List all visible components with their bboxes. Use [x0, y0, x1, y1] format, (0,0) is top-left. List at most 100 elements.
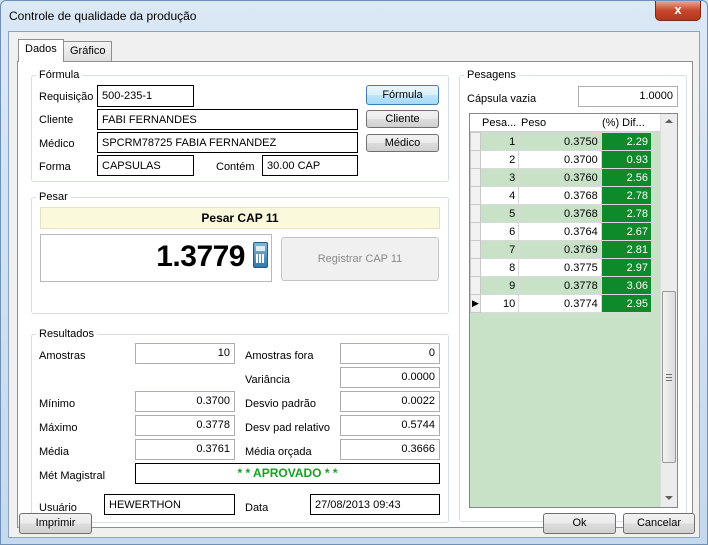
table-row[interactable]: 5 0.3768 2.78 [469, 204, 653, 223]
desvio-relativo-value: 0.5744 [340, 415, 440, 436]
tab-grafico-label: Gráfico [70, 45, 106, 57]
row-dif: 2.81 [600, 240, 653, 259]
desvio-label: Desvio padrão [245, 398, 316, 410]
row-peso: 0.3760 [518, 168, 602, 187]
scale-reading: 1.3779 [156, 240, 245, 273]
close-icon: x [674, 2, 682, 17]
col-pesagem-header[interactable]: Pesa... [482, 117, 516, 129]
pesagens-table: 1 0.3750 2.29 2 0.3700 0.93 3 0.3760 2.5… [469, 132, 653, 313]
cliente-button[interactable]: Cliente [366, 110, 439, 128]
row-dif: 2.78 [600, 204, 653, 223]
pesagens-group-title: Pesagens [464, 69, 519, 81]
tab-dados[interactable]: Dados [18, 39, 64, 62]
desvio-relativo-label: Desv pad relativo [245, 422, 330, 434]
row-dif: 3.06 [600, 276, 653, 295]
media-orcada-value: 0.3666 [340, 439, 440, 460]
grid-scrollbar[interactable] [660, 114, 677, 507]
app-window: Controle de qualidade da produção x Dado… [0, 0, 708, 545]
maximo-value: 0.3778 [135, 415, 235, 436]
current-row-indicator-icon: ▶ [469, 294, 482, 313]
met-magistral-label: Mét Magistral [39, 470, 106, 482]
formula-button[interactable]: Fórmula [366, 85, 439, 105]
close-button[interactable]: x [655, 1, 701, 21]
table-row[interactable]: 2 0.3700 0.93 [469, 150, 653, 169]
maximo-label: Máximo [39, 422, 78, 434]
contem-field[interactable]: 30.00 CAP [262, 155, 358, 176]
row-number: 6 [480, 222, 520, 241]
row-number: 8 [480, 258, 520, 277]
row-dif: 2.97 [600, 258, 653, 277]
desvio-value: 0.0022 [340, 391, 440, 412]
scale-display: 1.3779 [40, 234, 272, 282]
row-peso: 0.3778 [518, 276, 602, 295]
ok-button[interactable]: Ok [543, 513, 616, 534]
variancia-value: 0.0000 [340, 367, 440, 388]
row-peso: 0.3775 [518, 258, 602, 277]
row-peso: 0.3700 [518, 150, 602, 169]
col-peso-header[interactable]: Peso [521, 117, 546, 129]
row-number: 3 [480, 168, 520, 187]
client-area: Dados Gráfico Fórmula Requisição 500-235… [8, 31, 700, 538]
requisicao-label: Requisição [39, 91, 94, 103]
data-field: 27/08/2013 09:43 [310, 494, 440, 515]
row-dif: 2.67 [600, 222, 653, 241]
scroll-down-icon[interactable] [665, 496, 673, 500]
media-label: Média [39, 446, 69, 458]
pesar-banner: Pesar CAP 11 [40, 207, 440, 229]
media-value: 0.3761 [135, 439, 235, 460]
amostras-fora-label: Amostras fora [245, 350, 314, 362]
row-peso: 0.3774 [518, 294, 602, 313]
cliente-field[interactable]: FABI FERNANDES [97, 109, 358, 130]
tab-dados-label: Dados [25, 43, 57, 55]
row-peso: 0.3768 [518, 186, 602, 205]
amostras-label: Amostras [39, 350, 86, 362]
tab-page-dados: Fórmula Requisição 500-235-1 Fórmula Cli… [17, 61, 693, 528]
row-number: 4 [480, 186, 520, 205]
minimo-value: 0.3700 [135, 391, 235, 412]
table-row[interactable]: 7 0.3769 2.81 [469, 240, 653, 259]
row-number: 10 [480, 294, 520, 313]
requisicao-field[interactable]: 500-235-1 [97, 85, 194, 107]
scroll-thumb[interactable] [662, 291, 676, 463]
table-row[interactable]: 9 0.3778 3.06 [469, 276, 653, 295]
title-bar[interactable]: Controle de qualidade da produção x [1, 1, 707, 31]
variancia-label: Variância [245, 374, 291, 386]
capsula-vazia-value[interactable]: 1.0000 [578, 86, 678, 107]
cancelar-button[interactable]: Cancelar [623, 513, 695, 534]
row-number: 7 [480, 240, 520, 259]
forma-field[interactable]: CAPSULAS [97, 155, 194, 176]
medico-label: Médico [39, 138, 75, 150]
table-row[interactable]: 1 0.3750 2.29 [469, 132, 653, 151]
table-row-current[interactable]: ▶ 10 0.3774 2.95 [469, 294, 653, 313]
row-dif: 2.56 [600, 168, 653, 187]
resultados-group-title: Resultados [36, 328, 98, 340]
pesagens-grid: Pesa... Peso (%) Dif... 1 0.3750 2.29 2 … [469, 113, 678, 508]
row-peso: 0.3764 [518, 222, 602, 241]
pesar-group-title: Pesar [36, 191, 71, 203]
table-row[interactable]: 6 0.3764 2.67 [469, 222, 653, 241]
col-dif-header[interactable]: (%) Dif... [602, 117, 645, 129]
usuario-field: HEWERTHON [104, 494, 235, 515]
table-row[interactable]: 8 0.3775 2.97 [469, 258, 653, 277]
medico-button[interactable]: Médico [366, 134, 439, 152]
contem-label: Contém [216, 161, 255, 173]
register-cap-button[interactable]: Registrar CAP 11 [281, 237, 439, 281]
row-dif: 2.78 [600, 186, 653, 205]
table-row[interactable]: 4 0.3768 2.78 [469, 186, 653, 205]
formula-group-title: Fórmula [36, 69, 83, 81]
row-dif: 2.29 [600, 132, 653, 151]
tab-grafico[interactable]: Gráfico [63, 41, 113, 62]
calculator-icon[interactable] [253, 242, 268, 268]
row-number: 1 [480, 132, 520, 151]
row-peso: 0.3769 [518, 240, 602, 259]
cliente-label: Cliente [39, 114, 74, 126]
row-dif: 2.95 [600, 294, 653, 313]
media-orcada-label: Média orçada [245, 446, 312, 458]
scroll-up-icon[interactable] [665, 119, 673, 123]
table-row[interactable]: 3 0.3760 2.56 [469, 168, 653, 187]
row-number: 2 [480, 150, 520, 169]
data-label: Data [245, 502, 269, 514]
grip-icon [666, 374, 672, 381]
imprimir-button[interactable]: Imprimir [19, 513, 92, 534]
medico-field[interactable]: SPCRM78725 FABIA FERNANDEZ [97, 132, 358, 153]
